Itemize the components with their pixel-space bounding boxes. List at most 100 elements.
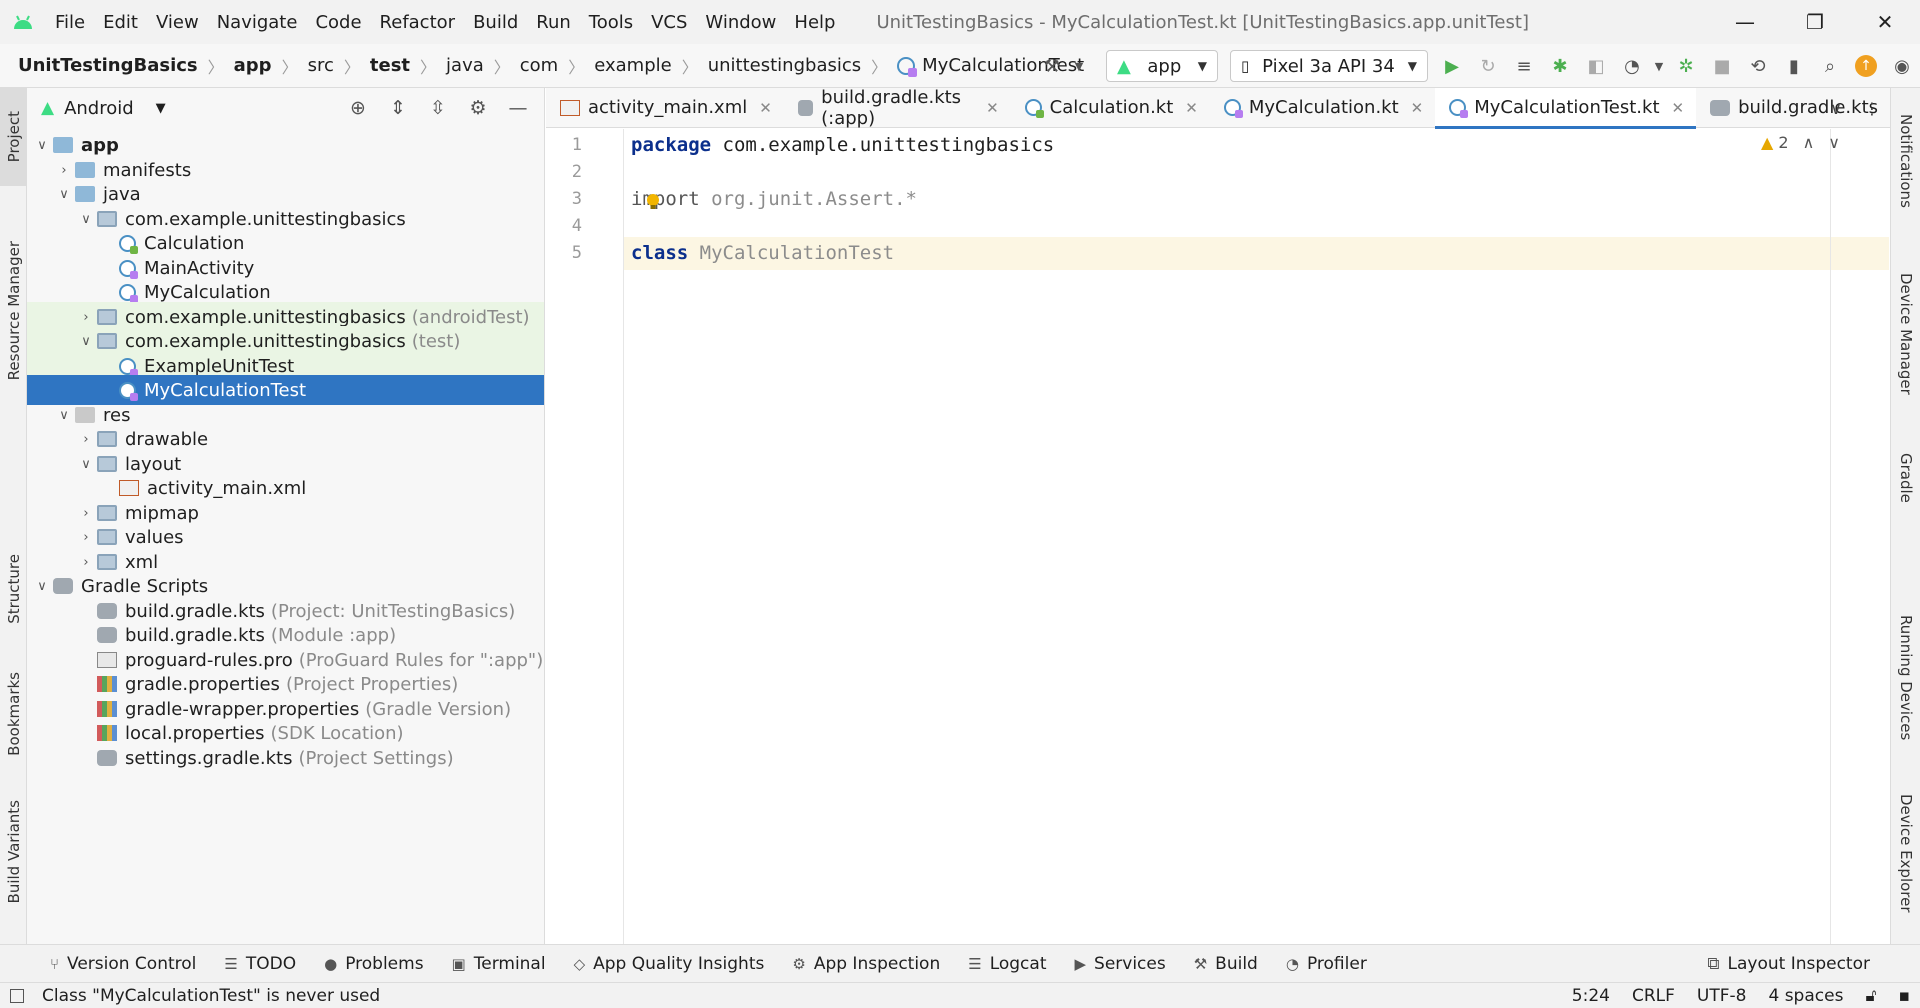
menu-navigate[interactable]: Navigate xyxy=(208,0,307,44)
expand-all-icon[interactable]: ⇕ xyxy=(378,97,418,119)
project-tool-tab[interactable]: Project xyxy=(0,88,27,186)
chevron-down-icon[interactable]: ▼ xyxy=(156,101,166,116)
menu-build[interactable]: Build xyxy=(464,0,527,44)
logcat-tool-button[interactable]: ☰ Logcat xyxy=(968,954,1046,974)
device-manager-tool-tab[interactable]: Device Manager xyxy=(1891,254,1920,414)
close-icon[interactable]: ✕ xyxy=(1185,99,1198,117)
chevron-down-icon[interactable]: ∨ xyxy=(75,334,97,349)
chevron-right-icon[interactable]: › xyxy=(53,163,75,178)
gear-icon[interactable]: ⚙ xyxy=(458,97,498,119)
tree-item-file[interactable]: settings.gradle.kts (Project Settings) xyxy=(27,743,544,773)
services-tool-button[interactable]: ▶ Services xyxy=(1074,954,1165,974)
problems-tool-button[interactable]: ● Problems xyxy=(324,954,423,974)
chevron-right-icon[interactable]: › xyxy=(75,555,97,570)
bookmarks-tool-tab[interactable]: Bookmarks xyxy=(0,654,27,774)
chevron-right-icon[interactable]: › xyxy=(75,506,97,521)
sync-gradle-icon[interactable]: ⟲ xyxy=(1740,44,1776,88)
chevron-down-icon[interactable]: ∨ xyxy=(31,579,53,594)
lock-icon[interactable]: 🔓︎ xyxy=(1865,986,1876,1006)
chevron-right-icon[interactable]: › xyxy=(75,310,97,325)
run-config-dropdown[interactable]: ▲ app ▼ xyxy=(1106,50,1218,82)
indent-setting[interactable]: 4 spaces xyxy=(1768,986,1843,1006)
device-manager-icon[interactable]: ▮ xyxy=(1776,44,1812,88)
memory-icon[interactable]: ▪ xyxy=(1898,986,1910,1006)
notifications-tool-tab[interactable]: Notifications xyxy=(1891,96,1920,226)
profiler-tool-button[interactable]: ◔ Profiler xyxy=(1286,954,1367,974)
device-explorer-tool-tab[interactable]: Device Explorer xyxy=(1891,778,1920,928)
tab-mycalculationtest[interactable]: MyCalculationTest.kt ✕ xyxy=(1435,87,1697,129)
inspection-widget[interactable]: ▲ 2 ∧ ∨ xyxy=(1761,133,1840,152)
chevron-down-icon[interactable]: ▼ xyxy=(1650,44,1668,88)
collapse-all-icon[interactable]: ⇳ xyxy=(418,97,458,119)
chevron-down-icon[interactable]: ∨ xyxy=(1818,99,1854,118)
menu-edit[interactable]: Edit xyxy=(94,0,147,44)
toggle-tool-windows-icon[interactable] xyxy=(10,988,24,1003)
menu-run[interactable]: Run xyxy=(527,0,580,44)
build-tool-button[interactable]: ⚒ Build xyxy=(1194,954,1258,974)
chevron-down-icon[interactable]: ∨ xyxy=(1828,133,1840,152)
breadcrumb-item[interactable]: com xyxy=(520,55,558,76)
minimize-button[interactable]: — xyxy=(1710,0,1780,44)
tab-build-gradle-app[interactable]: build.gradle.kts (:app) ✕ xyxy=(784,87,1011,129)
chevron-down-icon[interactable]: ∨ xyxy=(53,408,75,423)
running-devices-tool-tab[interactable]: Running Devices xyxy=(1891,598,1920,758)
app-quality-insights-tool-button[interactable]: ◇ App Quality Insights xyxy=(574,954,765,974)
rerun-icon[interactable]: ↻ xyxy=(1470,44,1506,88)
tab-activity-main-xml[interactable]: activity_main.xml ✕ xyxy=(546,88,784,128)
menu-tools[interactable]: Tools xyxy=(580,0,642,44)
chevron-down-icon[interactable]: ∨ xyxy=(53,187,75,202)
code-editor[interactable]: package com.example.unittestingbasics im… xyxy=(624,129,1890,944)
menu-window[interactable]: Window xyxy=(696,0,785,44)
chevron-up-icon[interactable]: ∧ xyxy=(1803,133,1815,152)
update-icon[interactable]: ↑ xyxy=(1848,44,1884,88)
caret-position[interactable]: 5:24 xyxy=(1572,986,1610,1006)
breadcrumb-item[interactable]: java xyxy=(446,55,484,76)
code-line[interactable]: import org.junit.Assert.* xyxy=(631,183,917,216)
stop-icon[interactable]: ■ xyxy=(1704,44,1740,88)
chevron-down-icon[interactable]: ∨ xyxy=(75,212,97,227)
menu-file[interactable]: File xyxy=(46,0,94,44)
build-variants-tool-tab[interactable]: Build Variants xyxy=(0,784,27,920)
profile-icon[interactable]: ◔ xyxy=(1614,44,1650,88)
chevron-right-icon[interactable]: › xyxy=(75,530,97,545)
close-icon[interactable]: ✕ xyxy=(1411,99,1424,117)
code-line[interactable]: package com.example.unittestingbasics xyxy=(631,129,1054,162)
tab-calculation[interactable]: Calculation.kt ✕ xyxy=(1011,88,1210,128)
code-line[interactable]: class MyCalculationTest xyxy=(631,237,894,270)
todo-tool-button[interactable]: ☰ TODO xyxy=(224,954,296,974)
attach-debugger-icon[interactable]: ◧ xyxy=(1578,44,1614,88)
debug-icon[interactable]: ✱ xyxy=(1542,44,1578,88)
gradle-tool-tab[interactable]: Gradle xyxy=(1891,438,1920,518)
run-icon[interactable]: ▶ xyxy=(1434,44,1470,88)
layout-inspector-tool-button[interactable]: ⧉ Layout Inspector xyxy=(1707,945,1870,983)
debug-app-icon[interactable]: ✲ xyxy=(1668,44,1704,88)
menu-code[interactable]: Code xyxy=(306,0,370,44)
locate-icon[interactable]: ⊕ xyxy=(338,97,378,119)
chevron-right-icon[interactable]: › xyxy=(75,432,97,447)
breadcrumb-item[interactable]: UnitTestingBasics xyxy=(18,55,198,76)
breadcrumb-item[interactable]: test xyxy=(370,55,410,76)
app-inspection-tool-button[interactable]: ⚙ App Inspection xyxy=(792,954,940,974)
menu-view[interactable]: View xyxy=(147,0,208,44)
chevron-down-icon[interactable]: ▼ xyxy=(1070,44,1088,88)
terminal-tool-button[interactable]: ▣ Terminal xyxy=(452,954,546,974)
menu-help[interactable]: Help xyxy=(785,0,844,44)
chevron-down-icon[interactable]: ∨ xyxy=(31,138,53,153)
lightbulb-icon[interactable] xyxy=(646,193,660,211)
device-dropdown[interactable]: ▯ Pixel 3a API 34 ▼ xyxy=(1230,50,1428,82)
file-encoding[interactable]: UTF-8 xyxy=(1697,986,1747,1006)
menu-refactor[interactable]: Refactor xyxy=(371,0,465,44)
account-icon[interactable]: ◉ xyxy=(1884,44,1920,88)
breadcrumb-item[interactable]: src xyxy=(308,55,334,76)
hammer-make-icon[interactable]: ⚒ xyxy=(1034,44,1070,88)
project-view-selector[interactable]: Android xyxy=(64,98,134,119)
close-icon[interactable]: ✕ xyxy=(986,99,999,117)
resource-manager-tool-tab[interactable]: Resource Manager xyxy=(0,206,27,416)
menu-vcs[interactable]: VCS xyxy=(642,0,696,44)
structure-tool-tab[interactable]: Structure xyxy=(0,534,27,644)
more-vertical-icon[interactable]: ⋮ xyxy=(1854,99,1890,118)
close-window-button[interactable]: ✕ xyxy=(1850,0,1920,44)
search-icon[interactable]: ⌕ xyxy=(1812,44,1848,88)
close-icon[interactable]: ✕ xyxy=(1672,99,1685,117)
tab-mycalculation[interactable]: MyCalculation.kt ✕ xyxy=(1210,88,1435,128)
